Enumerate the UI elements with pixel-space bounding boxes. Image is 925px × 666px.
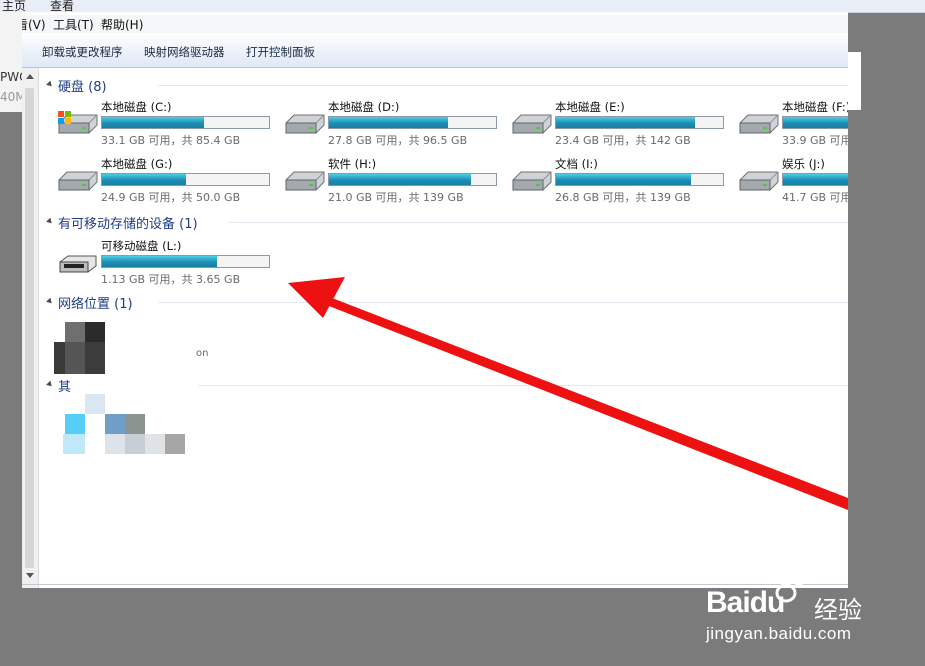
arrow-head <box>288 277 345 318</box>
watermark-cn: 经验 <box>814 596 862 624</box>
baidu-watermark: Baidu 经验 jingyan.baidu.com <box>706 566 906 656</box>
arrow-shaft <box>329 298 848 510</box>
watermark-url: jingyan.baidu.com <box>706 624 852 643</box>
watermark-brand: Baidu <box>706 586 785 619</box>
